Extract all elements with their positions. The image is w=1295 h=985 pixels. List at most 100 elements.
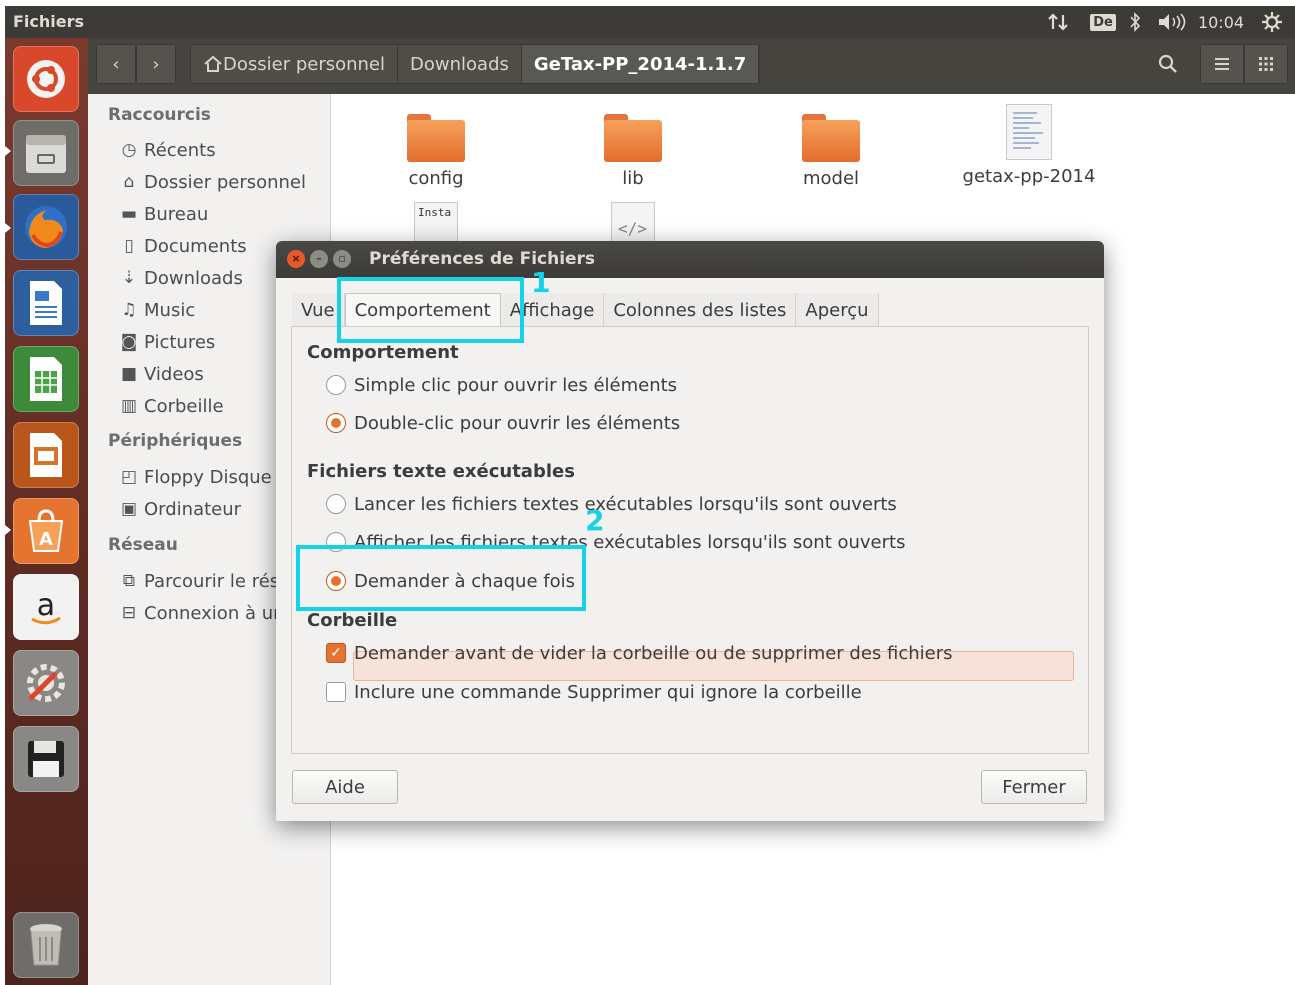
network-icon: ⧉ bbox=[122, 571, 136, 591]
firefox-icon[interactable] bbox=[13, 194, 79, 260]
section-title-trash: Corbeille bbox=[307, 610, 398, 631]
radio-button[interactable] bbox=[326, 494, 346, 514]
radio-run-executables[interactable]: Lancer les fichiers textes exécutables l… bbox=[326, 489, 897, 519]
annotation-marker-2: 2 bbox=[585, 504, 605, 537]
checkbox-delete-command[interactable]: Inclure une commande Supprimer qui ignor… bbox=[326, 677, 862, 707]
tab-preview[interactable]: Aperçu bbox=[796, 293, 879, 327]
software-center-icon[interactable]: A bbox=[13, 498, 79, 564]
launcher: A a bbox=[5, 38, 88, 985]
camera-icon: ◙ bbox=[120, 332, 138, 352]
radio-button[interactable] bbox=[326, 413, 346, 433]
back-button[interactable]: ‹ bbox=[96, 44, 136, 84]
sidebar-item-home[interactable]: ⌂ Dossier personnel bbox=[118, 169, 306, 195]
amazon-icon[interactable]: a bbox=[13, 574, 79, 640]
close-icon[interactable]: × bbox=[287, 250, 305, 268]
document-icon: ▯ bbox=[124, 236, 134, 256]
dialog-title: Préférences de Fichiers bbox=[369, 249, 596, 269]
tab-list-columns[interactable]: Colonnes des listes bbox=[604, 293, 797, 327]
clock[interactable]: 10:04 bbox=[1195, 10, 1247, 34]
list-view-button[interactable] bbox=[1200, 44, 1244, 84]
help-button[interactable]: Aide bbox=[292, 770, 398, 804]
save-icon[interactable] bbox=[13, 726, 79, 792]
sidebar-item-floppy[interactable]: ◰ Floppy Disque bbox=[118, 464, 272, 490]
file-item-folder[interactable]: config bbox=[356, 114, 516, 189]
writer-icon[interactable] bbox=[13, 270, 79, 336]
option-label: Lancer les fichiers textes exécutables l… bbox=[354, 493, 897, 515]
sidebar-item-label: Dossier personnel bbox=[144, 171, 307, 193]
sidebar-item-downloads[interactable]: ⇣ Downloads bbox=[118, 265, 243, 291]
running-indicator bbox=[5, 525, 11, 535]
folder-icon bbox=[802, 114, 860, 162]
keyboard-layout-indicator[interactable]: De bbox=[1088, 10, 1118, 34]
radio-double-click[interactable]: Double-clic pour ouvrir les éléments bbox=[326, 408, 680, 438]
breadcrumb-home[interactable]: Dossier personnel bbox=[191, 45, 399, 83]
document-icon bbox=[1006, 104, 1052, 160]
radio-single-click[interactable]: Simple clic pour ouvrir les éléments bbox=[326, 370, 677, 400]
folder-icon: ▬ bbox=[120, 204, 138, 224]
search-button[interactable] bbox=[1146, 44, 1190, 84]
sidebar-section-devices: Périphériques bbox=[108, 431, 243, 451]
download-icon: ⇣ bbox=[121, 268, 137, 288]
text-file-icon: Insta bbox=[414, 202, 458, 242]
trash-icon[interactable] bbox=[13, 912, 79, 978]
behavior-panel: Comportement Simple clic pour ouvrir les… bbox=[291, 326, 1089, 754]
sidebar-item-label: Downloads bbox=[144, 267, 243, 289]
maximize-icon[interactable]: ▫ bbox=[333, 250, 351, 268]
grid-view-button[interactable] bbox=[1244, 44, 1288, 84]
close-button[interactable]: Fermer bbox=[981, 770, 1087, 804]
bluetooth-icon[interactable] bbox=[1125, 10, 1145, 34]
sidebar-item-recent[interactable]: ◷ Récents bbox=[118, 137, 216, 163]
option-label: Inclure une commande Supprimer qui ignor… bbox=[354, 681, 862, 703]
sidebar-item-label: Videos bbox=[144, 363, 204, 385]
breadcrumb-downloads[interactable]: Downloads bbox=[398, 45, 522, 83]
sidebar-item-label: Music bbox=[144, 299, 196, 321]
sidebar-item-desktop[interactable]: ▬ Bureau bbox=[118, 201, 208, 227]
forward-button[interactable]: › bbox=[136, 44, 176, 84]
computer-icon: ▣ bbox=[120, 499, 138, 519]
checkbox[interactable] bbox=[326, 682, 346, 702]
file-item-folder[interactable]: model bbox=[751, 114, 911, 189]
file-item-text[interactable]: Insta bbox=[356, 202, 516, 242]
server-icon: ⊟ bbox=[121, 603, 137, 623]
breadcrumb-label: Downloads bbox=[410, 53, 509, 75]
minimize-icon[interactable]: – bbox=[310, 250, 328, 268]
file-name: getax-pp-2014 bbox=[962, 166, 1096, 187]
file-item-xml[interactable]: </> bbox=[553, 202, 713, 242]
sidebar-item-trash[interactable]: ▥ Corbeille bbox=[118, 393, 224, 419]
annotation-marker-1: 1 bbox=[531, 266, 551, 299]
annotation-highlight-option bbox=[296, 545, 586, 611]
running-indicator bbox=[5, 146, 11, 156]
search-icon bbox=[1158, 54, 1177, 73]
sidebar-item-music[interactable]: ♫ Music bbox=[118, 297, 195, 323]
checkbox[interactable]: ✓ bbox=[326, 643, 346, 663]
system-settings-icon[interactable] bbox=[13, 650, 79, 716]
sidebar-item-label: Documents bbox=[144, 235, 247, 257]
file-preview: </> bbox=[618, 219, 647, 238]
checkbox-confirm-trash[interactable]: ✓ Demander avant de vider la corbeille o… bbox=[326, 638, 953, 668]
sidebar-item-videos[interactable]: ■ Videos bbox=[118, 361, 204, 387]
sidebar-item-documents[interactable]: ▯ Documents bbox=[118, 233, 247, 259]
breadcrumb-label: Dossier personnel bbox=[223, 53, 386, 75]
impress-icon[interactable] bbox=[13, 422, 79, 488]
files-icon[interactable] bbox=[13, 120, 79, 186]
breadcrumb-current-folder[interactable]: GeTax-PP_2014-1.1.7 bbox=[521, 45, 760, 83]
sidebar-item-label: Bureau bbox=[144, 203, 209, 225]
dialog-titlebar: × – ▫ Préférences de Fichiers bbox=[276, 241, 1104, 278]
sidebar-item-computer[interactable]: ▣ Ordinateur bbox=[118, 496, 241, 522]
file-item-folder[interactable]: lib bbox=[553, 114, 713, 189]
sidebar-item-label: Ordinateur bbox=[144, 498, 242, 520]
calc-icon[interactable] bbox=[13, 346, 79, 412]
sidebar-item-pictures[interactable]: ◙ Pictures bbox=[118, 329, 216, 355]
running-indicator bbox=[5, 223, 11, 233]
sidebar-item-label: Pictures bbox=[144, 331, 216, 353]
file-name: config bbox=[408, 168, 464, 189]
settings-icon[interactable] bbox=[1259, 10, 1285, 34]
radio-button[interactable] bbox=[326, 375, 346, 395]
home-icon bbox=[204, 55, 222, 72]
volume-icon[interactable] bbox=[1155, 10, 1189, 34]
ubuntu-dash-icon[interactable] bbox=[13, 46, 79, 112]
keyboard-layout-label: De bbox=[1090, 13, 1116, 31]
file-name: model bbox=[802, 168, 860, 189]
network-icon[interactable] bbox=[1045, 10, 1071, 34]
file-item-document[interactable]: getax-pp-2014 bbox=[949, 104, 1109, 187]
